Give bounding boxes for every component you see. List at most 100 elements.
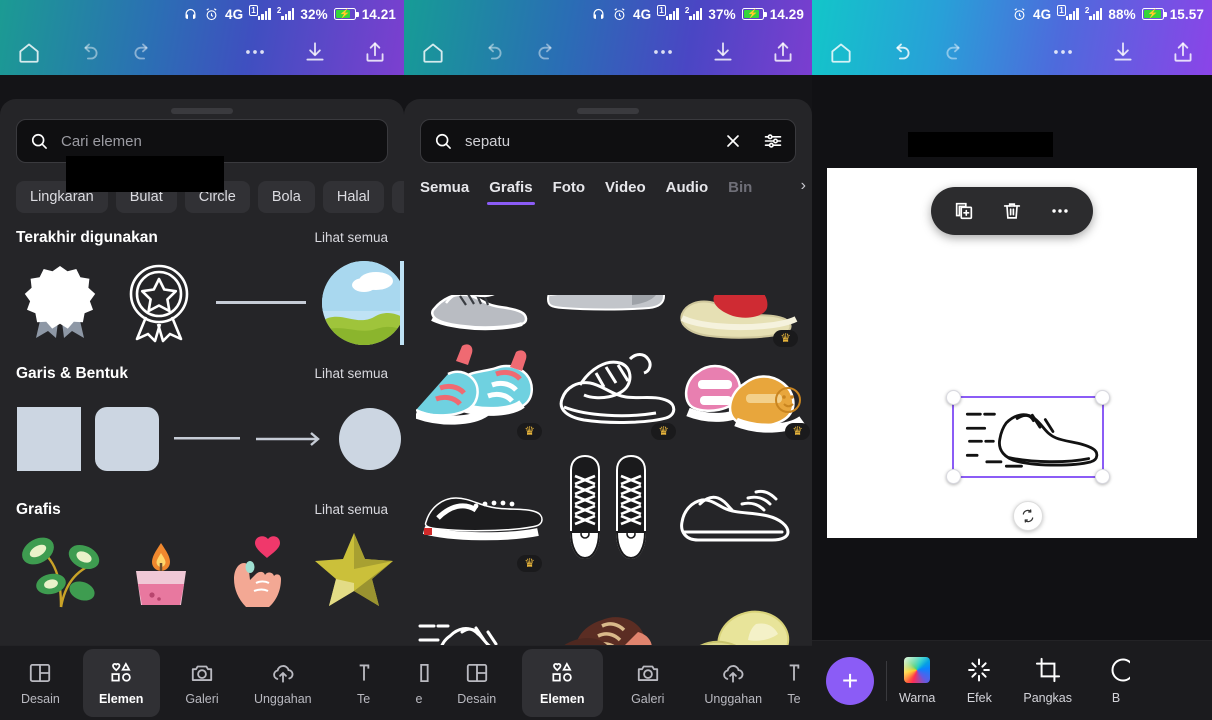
home-icon[interactable]	[16, 39, 42, 65]
redo-icon[interactable]	[130, 39, 156, 65]
more-icon[interactable]	[242, 39, 268, 65]
rotate-icon[interactable]	[1013, 501, 1043, 531]
chip-partial[interactable]	[391, 181, 404, 213]
alarm-icon	[1012, 7, 1027, 22]
result-black-vans-side-shoe[interactable]: ♛	[416, 454, 544, 574]
effects-icon	[965, 656, 993, 684]
home-icon[interactable]	[420, 39, 446, 65]
nav-item-teks[interactable]: Te	[325, 649, 402, 717]
tab-audio[interactable]: Audio	[666, 179, 709, 205]
see-all-link[interactable]: Lihat semua	[314, 230, 388, 245]
app-bar-3	[812, 28, 1212, 75]
close-icon[interactable]	[723, 131, 743, 151]
undo-icon[interactable]	[888, 39, 914, 65]
chevron-right-icon[interactable]: ›	[801, 177, 806, 195]
section-row-graphics	[0, 529, 404, 609]
element-square[interactable]	[16, 406, 82, 472]
phone-panel-search-results: 4G 1 2 37% ⚡ 14.29 sepatu Semua Grafis F…	[404, 0, 812, 720]
element-line[interactable]	[172, 429, 242, 449]
element-landscape-frame[interactable]	[320, 259, 404, 347]
see-all-link[interactable]: Lihat semua	[314, 366, 388, 381]
share-icon[interactable]	[1170, 39, 1196, 65]
nav-item-teks[interactable]: Te	[778, 649, 810, 717]
element-hand-heart[interactable]	[216, 529, 300, 609]
tab-foto[interactable]: Foto	[553, 179, 585, 205]
undo-icon[interactable]	[480, 39, 506, 65]
see-all-link[interactable]: Lihat semua	[314, 502, 388, 517]
tool-pangkas[interactable]: Pangkas	[1023, 656, 1072, 705]
element-candle-cup[interactable]	[118, 529, 204, 609]
element-rounded-square[interactable]	[94, 406, 160, 472]
sheet-drag-handle[interactable]	[577, 108, 639, 114]
signal-sim2-icon: 2	[277, 6, 295, 20]
search-input[interactable]: sepatu	[420, 119, 796, 163]
download-icon[interactable]	[710, 39, 736, 65]
tool-warna[interactable]: Warna	[899, 656, 935, 705]
nav-item-elemen[interactable]: Elemen	[82, 649, 160, 717]
result-white-outline-running-shoe[interactable]	[672, 454, 800, 574]
filter-icon[interactable]	[763, 131, 783, 151]
tab-bingkai[interactable]: Bin	[728, 179, 752, 205]
tool-scroller[interactable]: Warna Efek Pangkas B	[899, 656, 1198, 705]
redo-icon[interactable]	[942, 39, 968, 65]
result-black-converse-top-view[interactable]	[550, 454, 666, 574]
resize-handle-bottom-right[interactable]	[1095, 469, 1110, 484]
element-horizontal-line[interactable]	[214, 288, 308, 318]
camera-icon	[189, 660, 215, 686]
tool-efek[interactable]: Efek	[965, 656, 993, 705]
nav-item-galeri[interactable]: Galeri	[607, 649, 689, 717]
duplicate-icon[interactable]	[953, 200, 975, 222]
nav-item-partial-left[interactable]: e	[406, 649, 432, 717]
nav-label: Te	[356, 692, 371, 706]
element-circle[interactable]	[338, 407, 402, 471]
more-options-icon[interactable]	[1049, 200, 1071, 222]
battery-percent: 88%	[1108, 6, 1136, 22]
category-tabs[interactable]: Semua Grafis Foto Video Audio Bin ›	[404, 163, 812, 205]
more-icon[interactable]	[650, 39, 676, 65]
share-icon[interactable]	[770, 39, 796, 65]
redo-icon[interactable]	[534, 39, 560, 65]
element-leaf-plant[interactable]	[16, 529, 106, 609]
tool-label: B	[1111, 691, 1121, 705]
network-type-label: 4G	[1033, 6, 1052, 22]
chip-halal[interactable]: Halal	[322, 181, 384, 213]
nav-item-elemen[interactable]: Elemen	[521, 649, 603, 717]
result-teal-polkadot-sneakers[interactable]: ♛	[416, 322, 544, 442]
chip-bola[interactable]: Bola	[257, 181, 315, 213]
sheet-drag-handle[interactable]	[171, 108, 233, 114]
element-context-toolbar[interactable]	[931, 187, 1093, 235]
home-icon[interactable]	[828, 39, 854, 65]
nav-item-desain[interactable]: Desain	[436, 649, 518, 717]
resize-handle-bottom-left[interactable]	[946, 469, 961, 484]
tool-partial[interactable]: B	[1102, 656, 1131, 705]
text-icon	[351, 660, 377, 686]
nav-item-desain[interactable]: Desain	[2, 649, 79, 717]
nav-item-unggahan[interactable]: Unggahan	[244, 649, 321, 717]
download-icon[interactable]	[302, 39, 328, 65]
more-icon[interactable]	[1050, 39, 1076, 65]
element-award-medal[interactable]	[116, 260, 202, 346]
share-icon[interactable]	[362, 39, 388, 65]
result-white-outline-sneaker[interactable]: ♛	[550, 322, 678, 442]
download-icon[interactable]	[1110, 39, 1136, 65]
search-query-value: sepatu	[465, 132, 511, 150]
element-badge-ribbon[interactable]	[16, 260, 104, 346]
tab-grafis[interactable]: Grafis	[487, 179, 535, 205]
selected-element-frame[interactable]	[946, 390, 1110, 531]
nav-item-galeri[interactable]: Galeri	[164, 649, 241, 717]
result-pink-orange-baby-shoes[interactable]: ♛	[684, 322, 812, 442]
undo-icon[interactable]	[76, 39, 102, 65]
tab-semua[interactable]: Semua	[420, 179, 469, 205]
resize-handle-top-right[interactable]	[1095, 390, 1110, 405]
add-element-button[interactable]: +	[826, 656, 874, 705]
nav-item-unggahan[interactable]: Unggahan	[693, 649, 775, 717]
element-gold-star[interactable]	[312, 529, 396, 609]
top-bar-1: 4G 1 2 32% ⚡ 14.21	[0, 0, 404, 75]
element-arrow[interactable]	[254, 428, 326, 450]
delete-icon[interactable]	[1001, 200, 1023, 222]
resize-handle-top-left[interactable]	[946, 390, 961, 405]
bottom-nav-2: e Desain Elemen Galeri Unggahan Te	[404, 645, 812, 720]
tab-video[interactable]: Video	[605, 179, 646, 205]
elements-sheet: Cari elemen Lingkaran Bulat Circle Bola …	[0, 99, 404, 720]
status-bar-1: 4G 1 2 32% ⚡ 14.21	[0, 0, 404, 28]
